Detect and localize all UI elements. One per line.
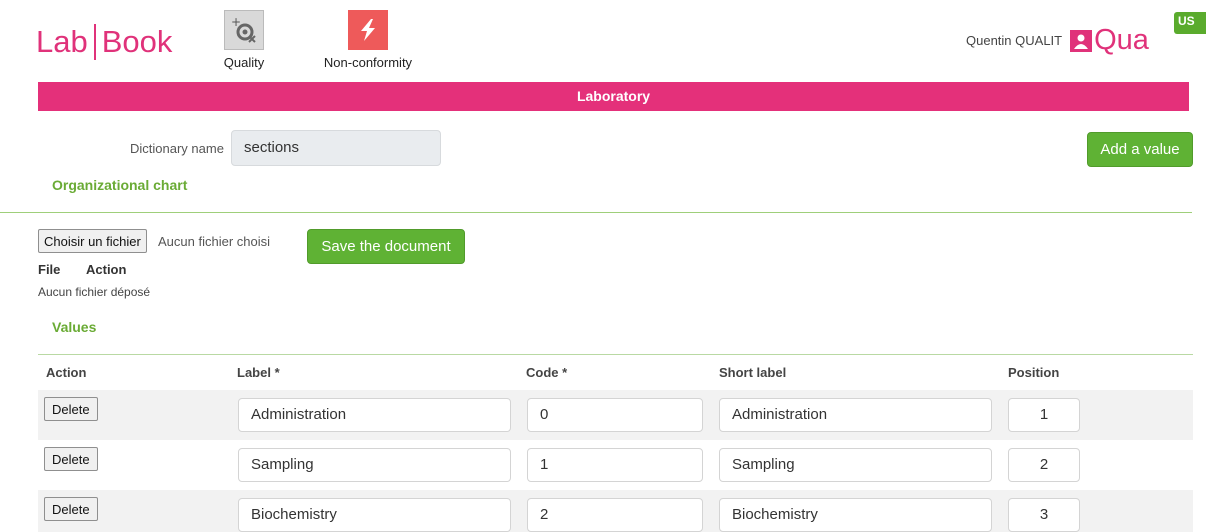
section-band: Laboratory — [38, 82, 1189, 111]
label-input[interactable]: Sampling — [238, 448, 511, 482]
column-header-label: Label * — [237, 365, 280, 380]
column-header-position: Position — [1008, 365, 1060, 380]
short-label-input[interactable]: Sampling — [719, 448, 992, 482]
short-label-input[interactable]: Biochemistry — [719, 498, 992, 532]
dictionary-name-field: sections — [231, 130, 441, 166]
band-title: Laboratory — [576, 88, 651, 104]
column-header-action: Action — [46, 365, 87, 380]
column-header-code: Code * — [526, 365, 568, 380]
module-quality-label: Quality — [223, 55, 265, 70]
label-input[interactable]: Administration — [238, 398, 511, 432]
position-input[interactable]: 3 — [1008, 498, 1080, 532]
file-action-column-header: Action — [86, 262, 127, 277]
code-input[interactable]: 0 — [527, 398, 703, 432]
top-header: Lab Book + Quality Non-conformity Quenti… — [0, 0, 1206, 78]
labbook-logo[interactable]: Lab Book — [36, 22, 172, 62]
user-icon — [1070, 29, 1093, 52]
logo-book-text: Book — [101, 24, 173, 59]
module-quality[interactable]: + Quality — [222, 10, 266, 70]
values-title: Values — [52, 319, 97, 335]
lightning-icon — [348, 10, 388, 50]
language-selector[interactable]: US — [1174, 12, 1206, 34]
save-document-button[interactable]: Save the document — [307, 229, 465, 264]
dictionary-name-label: Dictionary name — [130, 141, 224, 156]
org-chart-title: Organizational chart — [52, 177, 188, 193]
no-file-deposited-text: Aucun fichier déposé — [38, 285, 151, 299]
choose-file-button[interactable]: Choisir un fichier — [38, 229, 147, 253]
code-input[interactable]: 2 — [527, 498, 703, 532]
position-input[interactable]: 1 — [1008, 398, 1080, 432]
add-value-button[interactable]: Add a value — [1087, 132, 1193, 167]
delete-button[interactable]: Delete — [44, 397, 98, 421]
delete-button[interactable]: Delete — [44, 447, 98, 471]
short-label-input[interactable]: Administration — [719, 398, 992, 432]
logo-lab-text: Lab — [36, 24, 88, 59]
column-header-short-label: Short label — [719, 365, 787, 380]
table-row: Delete Biochemistry 2 Biochemistry 3 — [38, 490, 1193, 532]
delete-button[interactable]: Delete — [44, 497, 98, 521]
position-input[interactable]: 2 — [1008, 448, 1080, 482]
no-file-chosen-text: Aucun fichier choisi — [158, 234, 270, 249]
quality-icon: + — [224, 10, 264, 50]
file-column-header: File — [38, 262, 61, 277]
user-menu[interactable]: Quentin QUALIT Qua — [966, 26, 1149, 55]
table-row: Delete Sampling 1 Sampling 2 — [38, 440, 1193, 490]
language-label: US — [1178, 14, 1195, 28]
table-row: Delete Administration 0 Administration 1 — [38, 390, 1193, 440]
logo-separator — [93, 24, 96, 60]
code-input[interactable]: 1 — [527, 448, 703, 482]
module-non-conformity-label: Non-conformity — [323, 55, 413, 70]
module-non-conformity[interactable]: Non-conformity — [320, 10, 416, 70]
label-input[interactable]: Biochemistry — [238, 498, 511, 532]
brand-text: Qua — [1094, 24, 1149, 56]
divider — [38, 354, 1193, 355]
divider — [0, 212, 1192, 213]
user-name: Quentin QUALIT — [966, 33, 1063, 48]
